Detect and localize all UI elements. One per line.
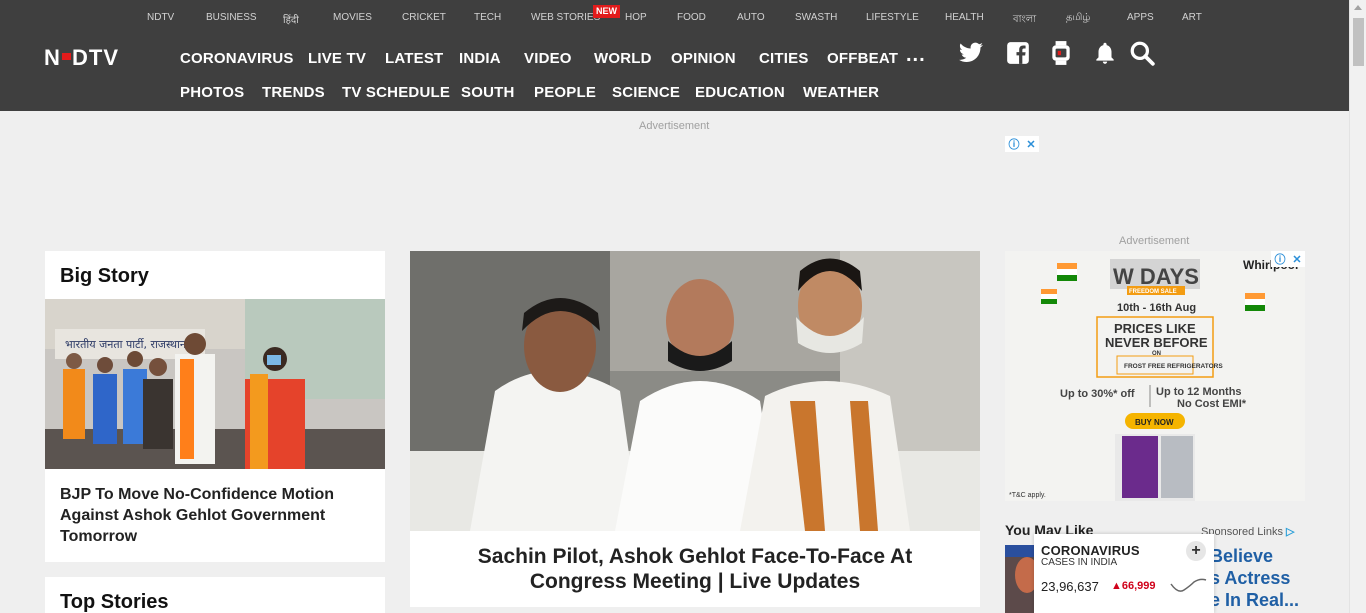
topnav-lifestyle[interactable]: LIFESTYLE (866, 12, 919, 23)
covid-expand-button[interactable]: + (1186, 541, 1206, 561)
notification-bell-icon[interactable] (1092, 40, 1118, 66)
topnav-ndtv[interactable]: NDTV (147, 12, 174, 23)
ad-choices-right[interactable]: ⓘ ✕ (1271, 251, 1305, 267)
topnav-web-stories[interactable]: WEB STORIES (531, 12, 600, 23)
scrollbar-thumb[interactable] (1353, 18, 1364, 66)
search-icon[interactable] (1129, 40, 1155, 66)
nav-latest[interactable]: LATEST (385, 50, 443, 67)
topnav-business[interactable]: BUSINESS (206, 12, 257, 23)
nav-education[interactable]: EDUCATION (695, 84, 785, 101)
topnav-tamil[interactable]: தமிழ் (1066, 12, 1090, 24)
topnav-auto[interactable]: AUTO (737, 12, 765, 23)
svg-text:10th - 16th Aug: 10th - 16th Aug (1117, 302, 1196, 314)
more-menu-button[interactable]: ... (906, 44, 926, 67)
site-header: NDTV BUSINESS हिंदी MOVIES CRICKET TECH … (0, 0, 1349, 111)
hero-story-headline[interactable]: Sachin Pilot, Ashok Gehlot Face-To-Face … (430, 544, 960, 594)
covid-widget-subtitle: CASES IN INDIA (1041, 557, 1118, 568)
nav-photos[interactable]: PHOTOS (180, 84, 244, 101)
adchoices-icon[interactable]: ▷ (1286, 526, 1294, 538)
big-story-title: Big Story (60, 265, 149, 287)
nav-world[interactable]: WORLD (594, 50, 652, 67)
covid-trend-sparkline-icon (1170, 578, 1207, 592)
nav-offbeat[interactable]: OFFBEAT (827, 50, 898, 67)
nav-science[interactable]: SCIENCE (612, 84, 680, 101)
ad-close-icon[interactable]: ✕ (1026, 138, 1035, 151)
svg-text:BUY NOW: BUY NOW (1135, 418, 1174, 427)
nav-video[interactable]: VIDEO (524, 50, 572, 67)
topnav-health[interactable]: HEALTH (945, 12, 984, 23)
svg-text:No Cost EMI*: No Cost EMI* (1177, 398, 1247, 410)
nav-opinion[interactable]: OPINION (671, 50, 736, 67)
top-stories-title: Top Stories (60, 591, 169, 613)
topnav-food[interactable]: FOOD (677, 12, 706, 23)
svg-text:N: N (44, 45, 61, 69)
smartwatch-icon[interactable] (1048, 40, 1074, 66)
topnav-hindi[interactable]: हिंदी (283, 12, 299, 26)
topnav-hop[interactable]: HOP (625, 12, 647, 23)
big-story-image[interactable]: भारतीय जनता पार्टी, राजस्थान (45, 299, 385, 469)
topnav-art[interactable]: ART (1182, 12, 1202, 23)
svg-text:PRICES LIKE: PRICES LIKE (1114, 321, 1196, 336)
top-nav: NDTV BUSINESS हिंदी MOVIES CRICKET TECH … (0, 12, 1349, 26)
ad-choices-top[interactable]: ⓘ ✕ (1005, 136, 1039, 152)
whirlpool-ad-creative[interactable]: W DAYS FREEDOM SALE Whirlpool 10th - 16t… (1005, 251, 1305, 501)
recommendation-thumbnail[interactable] (1005, 545, 1035, 613)
svg-text:*T&C apply.: *T&C apply. (1009, 492, 1046, 499)
big-story-card[interactable]: Big Story भारतीय जनता पार्टी, राजस्थान B… (45, 251, 385, 562)
top-stories-card: Top Stories (45, 577, 385, 613)
nav-cities[interactable]: CITIES (759, 50, 809, 67)
facebook-icon[interactable] (1005, 40, 1031, 66)
svg-text:NEVER BEFORE: NEVER BEFORE (1105, 335, 1208, 350)
covid-case-delta: ▲66,999 (1111, 580, 1156, 592)
ad-info-icon[interactable]: ⓘ (1274, 251, 1285, 267)
scroll-up-arrow-icon[interactable] (1354, 5, 1362, 10)
topnav-swasth[interactable]: SWASTH (795, 12, 837, 23)
new-badge: NEW (593, 5, 620, 18)
nav-weather[interactable]: WEATHER (803, 84, 879, 101)
nav-live-tv[interactable]: LIVE TV (308, 50, 366, 67)
covid-case-count: 23,96,637 (1041, 579, 1099, 594)
recommendation-title[interactable]: Believe s Actress e In Real... (1210, 545, 1310, 611)
ad-info-icon[interactable]: ⓘ (1008, 136, 1019, 152)
hero-story-card[interactable]: Sachin Pilot, Ashok Gehlot Face-To-Face … (410, 251, 980, 607)
topnav-apps[interactable]: APPS (1127, 12, 1154, 23)
nav-people[interactable]: PEOPLE (534, 84, 596, 101)
ad-close-icon[interactable]: ✕ (1292, 253, 1301, 266)
image-banner-text: भारतीय जनता पार्टी, राजस्थान (65, 338, 187, 351)
sponsored-links-label[interactable]: Sponsored Links ▷ (1201, 525, 1294, 538)
big-story-headline[interactable]: BJP To Move No-Confidence Motion Against… (60, 484, 360, 547)
svg-text:W DAYS: W DAYS (1113, 264, 1199, 289)
nav-india[interactable]: INDIA (459, 50, 501, 67)
nav-trends[interactable]: TRENDS (262, 84, 325, 101)
topnav-bangla[interactable]: বাংলা (1013, 12, 1036, 29)
nav-coronavirus[interactable]: CORONAVIRUS (180, 50, 294, 67)
covid-widget-title: CORONAVIRUS (1041, 543, 1140, 558)
topnav-tech[interactable]: TECH (474, 12, 501, 23)
ndtv-logo[interactable]: N DTV (44, 45, 145, 69)
twitter-icon[interactable] (958, 40, 984, 66)
nav-south[interactable]: SOUTH (461, 84, 515, 101)
right-ad-label: Advertisement (1119, 235, 1190, 247)
hero-story-image[interactable] (410, 251, 980, 531)
topnav-movies[interactable]: MOVIES (333, 12, 372, 23)
topnav-cricket[interactable]: CRICKET (402, 12, 446, 23)
svg-text:FREEDOM SALE: FREEDOM SALE (1129, 289, 1177, 295)
svg-text:DTV: DTV (72, 45, 119, 69)
svg-text:FROST FREE REFRIGERATORS: FROST FREE REFRIGERATORS (1124, 363, 1223, 370)
svg-text:Up to 12 Months: Up to 12 Months (1156, 386, 1242, 398)
right-advertisement[interactable]: W DAYS FREEDOM SALE Whirlpool 10th - 16t… (1005, 251, 1305, 501)
advertisement-label: Advertisement (639, 120, 710, 132)
svg-text:Up to 30%* off: Up to 30%* off (1060, 388, 1135, 400)
page-scrollbar[interactable] (1349, 0, 1366, 613)
nav-tv-schedule[interactable]: TV SCHEDULE (342, 84, 450, 101)
coronavirus-widget[interactable]: CORONAVIRUS CASES IN INDIA 23,96,637 ▲66… (1034, 534, 1214, 613)
